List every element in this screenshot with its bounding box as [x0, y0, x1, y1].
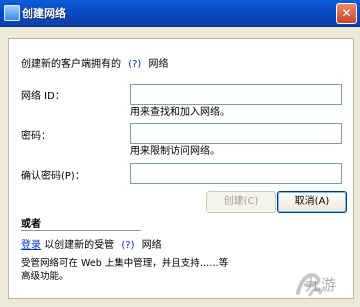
managed-line: 登录 以创建新的受管 (?) 网络 — [21, 236, 162, 251]
managed-suffix: 网络 — [141, 240, 162, 251]
network-id-hint: 用来查找和加入网络。 — [130, 107, 230, 118]
window-title: 创建网络 — [22, 7, 66, 20]
or-heading: 或者 — [21, 219, 41, 230]
close-button[interactable]: ✕ — [336, 3, 357, 24]
header-line: 创建新的客户端拥有的 (?) 网络 — [21, 55, 169, 70]
password-hint: 用来限制访问网络。 — [130, 146, 220, 157]
managed-description: 受管网络可在 Web 上集中管理，并且支持……等高级功能。 — [21, 258, 229, 282]
network-id-input[interactable] — [130, 84, 342, 105]
password-input[interactable] — [130, 123, 342, 144]
confirm-password-label: 确认密码(P)： — [21, 171, 85, 182]
divider — [21, 230, 141, 231]
close-icon: ✕ — [341, 6, 352, 20]
create-button[interactable]: 创建(C) — [206, 191, 276, 213]
title-bar: 创建网络 ✕ — [0, 0, 360, 27]
login-link[interactable]: 登录 — [21, 240, 41, 251]
password-label: 密码： — [21, 131, 51, 142]
managed-help-link[interactable]: (?) — [121, 240, 134, 251]
managed-text: 以创建新的受管 — [44, 240, 115, 251]
main-panel: 创建新的客户端拥有的 (?) 网络 网络 ID： 用来查找和加入网络。 密码： … — [8, 38, 354, 299]
header-suffix: 网络 — [148, 59, 169, 70]
network-icon — [4, 5, 20, 21]
cancel-button[interactable]: 取消(A) — [277, 191, 347, 213]
network-id-label: 网络 ID： — [21, 91, 65, 102]
watermark-text: 九游 — [305, 276, 338, 294]
header-prefix: 创建新的客户端拥有的 — [21, 59, 121, 70]
confirm-password-input[interactable] — [130, 163, 342, 184]
help-link[interactable]: (?) — [128, 59, 141, 70]
